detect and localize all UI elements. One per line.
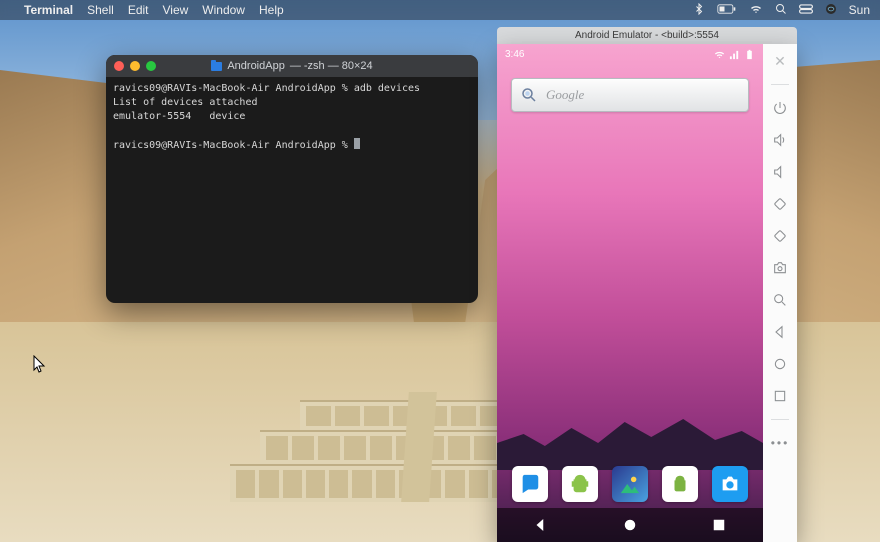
terminal-prompt: ravics09@RAVIs-MacBook-Air AndroidApp % bbox=[113, 140, 354, 151]
battery-icon bbox=[744, 49, 755, 60]
toolbar-overview-icon[interactable] bbox=[769, 385, 791, 407]
menu-shell[interactable]: Shell bbox=[87, 3, 114, 17]
android-navbar bbox=[497, 508, 763, 542]
more-icon[interactable]: ••• bbox=[769, 432, 791, 454]
macos-menubar: Terminal Shell Edit View Window Help Sun bbox=[0, 0, 880, 20]
terminal-title-folder: AndroidApp bbox=[227, 60, 285, 72]
camera-icon[interactable] bbox=[769, 257, 791, 279]
terminal-line: emulator-5554 device bbox=[113, 111, 245, 122]
signal-icon bbox=[729, 49, 740, 60]
search-icon bbox=[520, 86, 538, 104]
folder-icon bbox=[211, 62, 222, 71]
android-dock bbox=[497, 462, 763, 506]
zoom-icon[interactable] bbox=[769, 289, 791, 311]
bluetooth-icon[interactable] bbox=[693, 3, 705, 18]
toolbar-back-icon[interactable] bbox=[769, 321, 791, 343]
search-icon[interactable] bbox=[775, 3, 787, 18]
terminal-body[interactable]: ravics09@RAVIs-MacBook-Air AndroidApp % … bbox=[106, 77, 478, 303]
toolbar-home-icon[interactable] bbox=[769, 353, 791, 375]
app-messages[interactable] bbox=[512, 466, 548, 502]
terminal-line: ravics09@RAVIs-MacBook-Air AndroidApp % … bbox=[113, 83, 420, 94]
menu-help[interactable]: Help bbox=[259, 3, 284, 17]
rotate-right-icon[interactable] bbox=[769, 225, 791, 247]
volume-down-icon[interactable] bbox=[769, 161, 791, 183]
emulator-window-title[interactable]: Android Emulator - <build>:5554 bbox=[497, 27, 797, 44]
power-icon[interactable] bbox=[769, 97, 791, 119]
nav-back-button[interactable] bbox=[532, 516, 550, 534]
emulator-toolbar: ✕ bbox=[763, 44, 797, 542]
rotate-left-icon[interactable] bbox=[769, 193, 791, 215]
menu-window[interactable]: Window bbox=[202, 3, 245, 17]
nav-home-button[interactable] bbox=[621, 516, 639, 534]
terminal-window: AndroidApp — -zsh — 80×24 ravics09@RAVIs… bbox=[106, 55, 478, 303]
battery-icon[interactable] bbox=[717, 3, 737, 17]
app-android[interactable] bbox=[662, 466, 698, 502]
nav-recents-button[interactable] bbox=[710, 516, 728, 534]
terminal-cursor bbox=[354, 138, 360, 149]
statusbar-time: 3:46 bbox=[505, 49, 524, 60]
search-placeholder: Google bbox=[546, 87, 584, 103]
siri-icon[interactable] bbox=[825, 3, 837, 18]
menubar-clock[interactable]: Sun bbox=[849, 3, 870, 17]
control-center-icon[interactable] bbox=[799, 3, 813, 18]
google-search-widget[interactable]: Google bbox=[511, 78, 749, 112]
app-android-sdk[interactable] bbox=[562, 466, 598, 502]
wifi-icon[interactable] bbox=[749, 3, 763, 18]
menu-view[interactable]: View bbox=[163, 3, 189, 17]
wifi-icon bbox=[714, 49, 725, 60]
app-camera[interactable] bbox=[712, 466, 748, 502]
volume-up-icon[interactable] bbox=[769, 129, 791, 151]
terminal-line: List of devices attached bbox=[113, 97, 258, 108]
emulator-device-screen[interactable]: 3:46 Google bbox=[497, 44, 763, 542]
app-menu[interactable]: Terminal bbox=[24, 3, 73, 17]
terminal-titlebar[interactable]: AndroidApp — -zsh — 80×24 bbox=[106, 55, 478, 77]
menu-edit[interactable]: Edit bbox=[128, 3, 149, 17]
app-gallery[interactable] bbox=[612, 466, 648, 502]
android-statusbar: 3:46 bbox=[497, 44, 763, 64]
emulator-window: Android Emulator - <build>:5554 3:46 Goo… bbox=[497, 27, 797, 542]
terminal-title-suffix: — -zsh — 80×24 bbox=[290, 60, 373, 72]
close-icon[interactable]: ✕ bbox=[769, 50, 791, 72]
mouse-cursor bbox=[33, 355, 47, 373]
